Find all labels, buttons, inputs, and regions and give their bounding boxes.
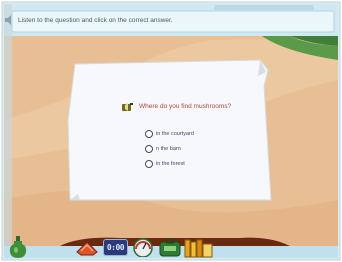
books-icon[interactable]: [184, 238, 214, 258]
answer-option-courtyard[interactable]: in the courtyard: [145, 129, 194, 139]
home-button-icon[interactable]: [76, 239, 98, 257]
potion-bottle-icon[interactable]: [9, 236, 27, 258]
briefcase-icon[interactable]: [159, 238, 181, 257]
clock-button[interactable]: 0:00: [103, 239, 128, 256]
speaker-icon[interactable]: [4, 15, 14, 25]
answer-label: in the forest: [156, 161, 185, 167]
answer-label: in the courtyard: [156, 131, 194, 137]
answer-option-forest[interactable]: in the forest: [145, 159, 185, 169]
radio-button[interactable]: [145, 145, 153, 153]
radio-button[interactable]: [145, 130, 153, 138]
speedometer-icon[interactable]: [133, 238, 153, 257]
clock-display: 0:00: [106, 243, 125, 252]
answer-label: n the barn: [156, 146, 181, 152]
question-audio-icon[interactable]: [122, 102, 133, 112]
activity-screen: Listen to the question and click on the …: [0, 0, 342, 262]
radio-button[interactable]: [145, 160, 153, 168]
question-text: Where do you find mushrooms?: [139, 103, 232, 110]
instruction-text: Listen to the question and click on the …: [18, 17, 173, 24]
answer-option-barn[interactable]: n the barn: [145, 144, 181, 154]
